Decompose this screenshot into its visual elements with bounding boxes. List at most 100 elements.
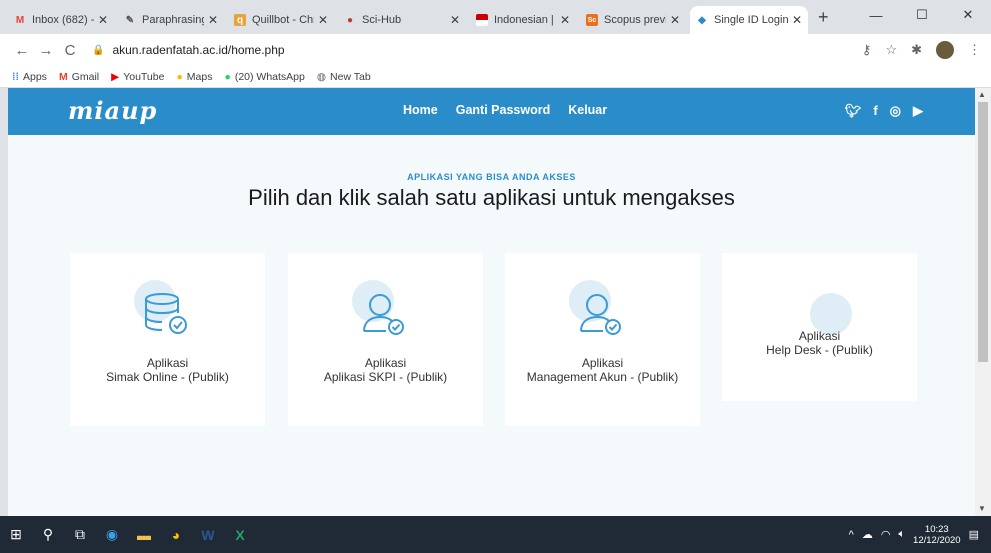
bookmark-youtube[interactable]: ▶ YouTube xyxy=(111,71,164,83)
windows-start-icon[interactable]: ⊞ xyxy=(0,516,32,553)
nav-ganti-password[interactable]: Ganti Password xyxy=(456,103,550,117)
quill-icon: ✎ xyxy=(125,14,135,26)
main-menu: Home Ganti Password Keluar xyxy=(403,103,607,117)
bookmark-new-tab[interactable]: ◍ New Tab xyxy=(317,71,371,83)
card-label-line2: Aplikasi SKPI - (Publik) xyxy=(323,370,448,384)
card-label-line2: Management Akun - (Publik) xyxy=(526,370,679,384)
close-icon[interactable]: ✕ xyxy=(450,13,460,27)
close-icon[interactable]: ✕ xyxy=(318,13,328,27)
menu-icon[interactable]: ⋮ xyxy=(968,42,981,58)
card-label-line1: Aplikasi xyxy=(581,356,624,370)
site-logo[interactable]: miaup xyxy=(68,96,157,125)
card-label-line1: Aplikasi xyxy=(798,329,841,343)
back-icon[interactable]: ← xyxy=(10,42,34,59)
excel-icon[interactable]: X xyxy=(224,516,256,553)
bookmark-gmail[interactable]: M Gmail xyxy=(59,71,99,83)
avatar[interactable] xyxy=(936,41,954,59)
tab-scopus[interactable]: Sc Scopus preview - ✕ xyxy=(580,6,686,34)
page-viewport: miaup Home Ganti Password Keluar 🐦︎ f ◎ … xyxy=(8,88,975,516)
scroll-up-icon[interactable]: ▲ xyxy=(978,90,986,99)
close-icon[interactable]: ✕ xyxy=(208,13,218,27)
card-label-line1: Aplikasi xyxy=(146,356,189,370)
windows-taskbar: ⊞ ⚲ ⧉ ◉ ▬ ◕ W X ^ ☁ ◠ 🔈︎ 10:23 12/12/202… xyxy=(0,516,991,553)
tab-quillbot[interactable]: q Quillbot - Chrome ✕ xyxy=(228,6,334,34)
reload-icon[interactable]: C xyxy=(58,42,82,59)
edge-icon[interactable]: ◉ xyxy=(96,516,128,553)
system-tray: ^ ☁ ◠ 🔈︎ 10:23 12/12/2020 ▤ xyxy=(849,516,979,553)
site-navbar: miaup Home Ganti Password Keluar 🐦︎ f ◎ … xyxy=(8,88,975,135)
close-icon[interactable]: ✕ xyxy=(560,13,570,27)
wifi-icon[interactable]: ◠ xyxy=(881,528,891,541)
page-title: Pilih dan klik salah satu aplikasi untuk… xyxy=(248,185,735,210)
notification-icon[interactable]: ▤ xyxy=(969,528,979,541)
youtube-icon[interactable]: ▶ xyxy=(913,103,923,119)
extensions-icon[interactable]: ✱ xyxy=(911,42,922,58)
scroll-down-icon[interactable]: ▼ xyxy=(978,504,986,513)
star-icon[interactable]: ☆ xyxy=(885,42,897,58)
tab-scihub[interactable]: ● Sci-Hub ✕ xyxy=(338,6,466,34)
key-icon[interactable]: ⚷ xyxy=(862,42,872,58)
app-card-help-desk[interactable]: Aplikasi Help Desk - (Publik) xyxy=(722,253,917,401)
chrome-icon[interactable]: ◕ xyxy=(160,516,192,553)
window-controls: — ☐ ✕ xyxy=(853,0,991,30)
address-bar[interactable]: 🔒 akun.radenfatah.ac.id/home.php xyxy=(92,43,285,57)
search-icon[interactable]: ⚲ xyxy=(32,516,64,553)
url-text: akun.radenfatah.ac.id/home.php xyxy=(112,43,285,57)
app-card-simak[interactable]: Aplikasi Simak Online - (Publik) xyxy=(70,253,265,426)
whatsapp-icon: ● xyxy=(224,70,231,83)
gmail-icon: M xyxy=(15,14,25,26)
file-explorer-icon[interactable]: ▬ xyxy=(128,516,160,553)
bookmark-maps[interactable]: ● Maps xyxy=(176,71,212,83)
user-check-icon xyxy=(580,294,621,335)
card-label-line1: Aplikasi xyxy=(364,356,407,370)
task-view-icon[interactable]: ⧉ xyxy=(64,516,96,553)
taskbar-clock[interactable]: 10:23 12/12/2020 xyxy=(913,524,961,546)
tab-paraphrasing[interactable]: ✎ Paraphrasing Tool ✕ xyxy=(118,6,224,34)
maximize-button[interactable]: ☐ xyxy=(899,0,945,30)
close-icon[interactable]: ✕ xyxy=(670,13,680,27)
word-icon[interactable]: W xyxy=(192,516,224,553)
quillbot-icon: q xyxy=(234,14,246,26)
bookmark-whatsapp[interactable]: ● (20) WhatsApp xyxy=(224,71,304,83)
close-icon[interactable]: ✕ xyxy=(98,13,108,27)
user-check-icon xyxy=(363,294,404,335)
facebook-icon[interactable]: f xyxy=(873,103,877,119)
tab-gmail[interactable]: M Inbox (682) - irha ✕ xyxy=(8,6,114,34)
app-card-skpi[interactable]: Aplikasi Aplikasi SKPI - (Publik) xyxy=(288,253,483,426)
new-tab-button[interactable]: + xyxy=(818,7,829,28)
scrollbar-thumb[interactable] xyxy=(978,102,988,362)
close-icon[interactable]: ✕ xyxy=(792,13,802,27)
bookmarks-bar: ⁞⁞ Apps M Gmail ▶ YouTube ● Maps ● (20) Whats… xyxy=(0,66,991,88)
volume-icon[interactable]: 🔈︎ xyxy=(898,528,905,541)
chevron-up-icon[interactable]: ^ xyxy=(849,529,854,541)
browser-toolbar: ← → C 🔒 akun.radenfatah.ac.id/home.php ⚷… xyxy=(0,34,991,66)
instagram-icon[interactable]: ◎ xyxy=(890,103,901,119)
section-subtitle: APLIKASI YANG BISA ANDA AKSES xyxy=(407,172,576,182)
card-label-line2: Simak Online - (Publik) xyxy=(106,370,229,384)
nav-home[interactable]: Home xyxy=(403,103,438,117)
minimize-button[interactable]: — xyxy=(853,0,899,30)
tab-strip: M Inbox (682) - irha ✕ ✎ Paraphrasing To… xyxy=(0,0,991,34)
scopus-icon: Sc xyxy=(586,14,598,26)
forward-icon[interactable]: → xyxy=(34,42,58,59)
flag-icon xyxy=(476,14,488,26)
tab-single-id[interactable]: ◆ Single ID Login U ✕ xyxy=(690,6,808,34)
twitter-icon[interactable]: 🐦︎ xyxy=(845,103,862,119)
page-scrollbar[interactable]: ▲ ▼ xyxy=(975,88,991,516)
cloud-icon[interactable]: ☁ xyxy=(862,528,873,541)
siakad-icon: ◆ xyxy=(698,14,706,26)
social-links: 🐦︎ f ◎ ▶ xyxy=(845,103,923,119)
globe-icon: ◍ xyxy=(316,70,327,83)
close-window-button[interactable]: ✕ xyxy=(945,0,991,30)
lock-icon: 🔒 xyxy=(92,44,105,56)
scihub-icon: ● xyxy=(346,14,354,26)
nav-keluar[interactable]: Keluar xyxy=(568,103,607,117)
tab-indonesian[interactable]: Indonesian | Think ✕ xyxy=(470,6,576,34)
app-card-management-akun[interactable]: Aplikasi Management Akun - (Publik) xyxy=(505,253,700,426)
apps-grid-icon: ⁞⁞ xyxy=(12,70,19,83)
youtube-icon: ▶ xyxy=(111,70,120,83)
database-check-icon xyxy=(145,293,187,334)
browser-chrome: M Inbox (682) - irha ✕ ✎ Paraphrasing To… xyxy=(0,0,991,88)
bookmark-apps[interactable]: ⁞⁞ Apps xyxy=(12,71,47,83)
maps-pin-icon: ● xyxy=(176,70,183,83)
